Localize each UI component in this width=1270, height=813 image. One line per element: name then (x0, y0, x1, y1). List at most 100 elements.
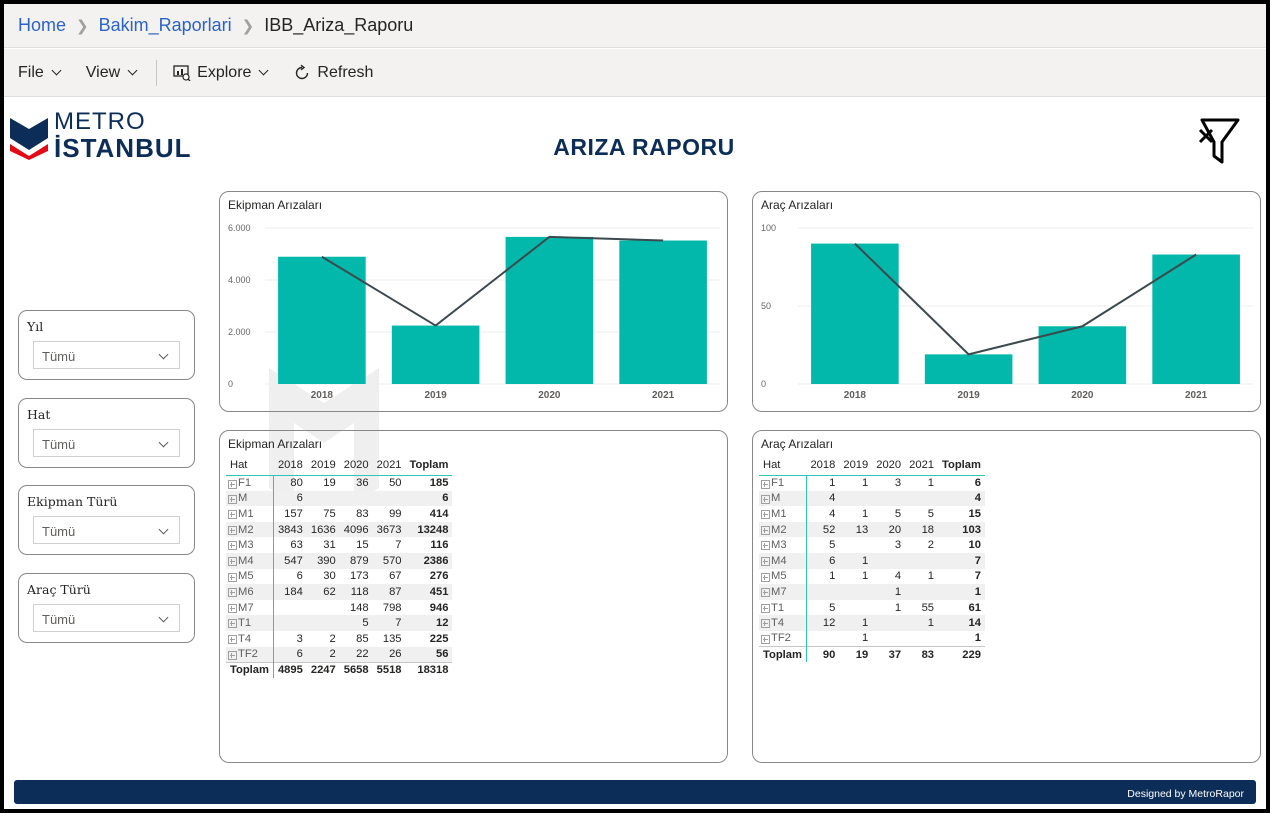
matrix-row-header-expandable[interactable]: T4 (226, 630, 274, 647)
matrix-row-header-expandable[interactable]: T1 (759, 599, 807, 616)
matrix-cell: 4096 (339, 521, 373, 538)
matrix-total-cell: 18318 (405, 661, 453, 678)
expand-plus-icon (231, 543, 232, 549)
matrix-row-header-expandable[interactable]: T4 (759, 615, 807, 631)
matrix-row-header-expandable[interactable]: M5 (226, 568, 274, 585)
chart-card-ekipman[interactable]: Ekipman Arızaları 0 2.000 4.000 6.000 2018 20… (219, 191, 728, 412)
ekipman-combo-chart: 0 2.000 4.000 6.000 2018 2019 2020 2021 (228, 223, 720, 401)
matrix-cell: 13248 (405, 521, 453, 538)
matrix-column-header[interactable]: 2020 (872, 455, 906, 476)
matrix-row-label: M5 (238, 570, 254, 583)
matrix-row-header-expandable[interactable]: M1 (226, 506, 274, 522)
matrix-cell: 15 (356, 539, 369, 552)
slicer-label: Hat (27, 407, 51, 422)
view-menu-button[interactable]: View (86, 64, 138, 82)
matrix-row-header-expandable[interactable]: M3 (759, 537, 807, 553)
matrix-cell: 1 (829, 570, 836, 583)
matrix-cell: 1 (974, 632, 981, 645)
matrix-row-header-expandable[interactable]: TF2 (759, 630, 807, 647)
matrix-cell: 946 (429, 601, 449, 614)
matrix-row-header-expandable[interactable]: M (759, 490, 807, 507)
matrix-cell: 3 (296, 632, 303, 645)
matrix-cell: 173 (349, 570, 369, 583)
matrix-row: M5 1 1 4 1 7 (759, 568, 985, 585)
matrix-cell (273, 615, 307, 631)
matrix-cell: 184 (273, 584, 307, 600)
matrix-cell: 5 (829, 601, 836, 614)
matrix-cell: 6 (405, 490, 453, 507)
matrix-row-header-expandable[interactable]: M2 (226, 521, 274, 538)
matrix-column-header[interactable]: Hat (759, 455, 807, 476)
breadcrumb-folder[interactable]: Bakim_Raporlari (99, 15, 232, 36)
matrix-cell: 12 (405, 615, 453, 631)
matrix-column-header[interactable]: Toplam (938, 455, 985, 476)
breadcrumb-separator-icon: ❯ (76, 17, 89, 35)
matrix-row-header-expandable[interactable]: M4 (759, 552, 807, 569)
matrix-column-header[interactable]: 2020 (339, 455, 373, 476)
matrix-row-header-expandable[interactable]: M3 (226, 537, 274, 553)
matrix-row-header-expandable[interactable]: M4 (226, 552, 274, 569)
expand-plus-icon (764, 558, 765, 564)
expand-plus-icon (231, 636, 232, 642)
expand-plus-icon (764, 543, 765, 549)
clear-filters-icon[interactable] (1196, 116, 1242, 168)
slicer-ekipman-turu-dropdown[interactable]: Tümü (33, 516, 180, 544)
matrix-cell: 7 (938, 552, 985, 569)
matrix-column-header[interactable]: 2018 (273, 455, 307, 476)
matrix-cell: 1 (862, 477, 869, 490)
matrix-cell (905, 552, 939, 569)
chart-card-arac[interactable]: Araç Arızaları 0 50 100 2018 2019 2020 2021 (752, 191, 1261, 412)
matrix-cell (905, 490, 939, 507)
x-tick-label: 2018 (844, 390, 867, 401)
matrix-column-header[interactable]: 2019 (306, 455, 340, 476)
matrix-row: T1 5 7 12 (226, 615, 453, 631)
matrix-row-header-expandable[interactable]: TF2 (226, 646, 274, 663)
matrix-row-header-expandable[interactable]: M1 (759, 506, 807, 522)
bar-2021 (619, 240, 707, 384)
arac-matrix-table: Hat 2018 2019 2020 2021 Toplam F1 1 1 3 1 6 M 4 4 M1 4 1 5… (759, 455, 985, 663)
matrix-total-cell: 19 (839, 646, 873, 663)
breadcrumb-home[interactable]: Home (18, 15, 66, 36)
matrix-row-header-expandable[interactable]: M7 (759, 584, 807, 600)
explore-menu-button[interactable]: Explore (173, 64, 269, 82)
file-menu-button[interactable]: File (18, 64, 62, 82)
matrix-row: M4 547 390 879 570 2386 (226, 552, 453, 569)
matrix-cell: 5 (927, 507, 935, 520)
matrix-row-label: M (238, 492, 248, 505)
matrix-cell: 6 (273, 490, 307, 507)
slicer-hat-dropdown[interactable]: Tümü (33, 429, 180, 457)
matrix-row-header-expandable[interactable]: M2 (759, 521, 807, 538)
matrix-cell: 3 (894, 477, 902, 490)
matrix-row-header-expandable[interactable]: M (226, 490, 274, 507)
matrix-row-header-expandable[interactable]: F1 (759, 475, 807, 491)
matrix-row: T1 5 1 55 61 (759, 599, 985, 616)
matrix-column-header[interactable]: 2021 (372, 455, 406, 476)
matrix-cell: 5 (339, 615, 373, 631)
matrix-row-header-expandable[interactable]: F1 (226, 475, 274, 491)
matrix-cell: 56 (405, 646, 453, 663)
matrix-row-header-expandable[interactable]: T1 (226, 615, 274, 631)
matrix-row-label: TF2 (238, 648, 258, 661)
report-title: ARIZA RAPORU (553, 134, 735, 160)
matrix-column-header[interactable]: 2021 (905, 455, 939, 476)
slicer-yil: Yıl Tümü (18, 310, 195, 380)
matrix-cell: 390 (306, 552, 340, 569)
matrix-row-header-expandable[interactable]: M6 (226, 584, 274, 600)
matrix-column-header[interactable]: 2019 (839, 455, 873, 476)
slicer-arac-turu-dropdown[interactable]: Tümü (33, 604, 180, 632)
matrix-card-arac: Araç Arızaları Hat 2018 2019 2020 2021 Toplam… (752, 430, 1261, 763)
matrix-row-header-expandable[interactable]: M7 (226, 599, 274, 616)
matrix-column-header[interactable]: Toplam (405, 455, 453, 476)
matrix-cell: 15 (968, 507, 981, 520)
matrix-cell (839, 584, 873, 600)
matrix-column-header[interactable]: Hat (226, 455, 274, 476)
matrix-cell: 116 (430, 539, 449, 552)
matrix-row-label: M2 (238, 523, 254, 536)
bar-2019 (391, 325, 480, 384)
matrix-row-header-expandable[interactable]: M5 (759, 568, 807, 585)
matrix-column-header[interactable]: 2018 (806, 455, 840, 476)
matrix-cell: 547 (273, 552, 307, 569)
matrix-cell: 1 (872, 584, 906, 600)
slicer-yil-dropdown[interactable]: Tümü (33, 341, 180, 369)
refresh-button[interactable]: Refresh (293, 64, 373, 82)
